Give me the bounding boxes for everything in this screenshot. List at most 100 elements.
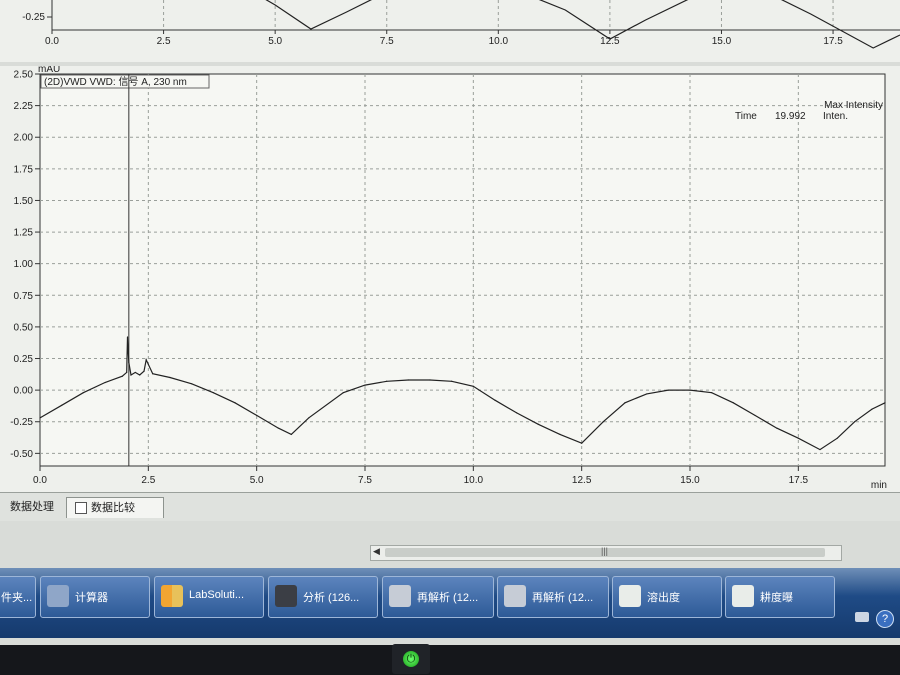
excel-icon [619,585,641,607]
data-point [308,417,310,419]
taskbar-item-dissolution[interactable]: 溶出度 [612,576,722,618]
data-point [667,389,669,391]
data-point [82,392,84,394]
data-point [234,402,236,404]
top-x-tick-label: 5.0 [268,36,282,47]
top-chart-pane: -0.25 0.0 2.5 5.0 7.5 10.0 12.5 15.0 17.5 [0,0,900,62]
data-point [836,437,838,439]
data-point [754,414,756,417]
data-point [854,421,856,423]
scrollbar-grip-icon: ||| [601,546,609,556]
y-tick-label: 1.75 [14,164,34,175]
taskbar: 件夹... 计算器 LabSoluti... 分析 (126... 再解析 (1… [0,568,900,638]
monitor-bezel [0,645,900,675]
top-chart: -0.25 0.0 2.5 5.0 7.5 10.0 12.5 15.0 17.5 [22,0,900,49]
top-x-tick-label: 12.5 [600,36,620,47]
taskbar-item-reanalysis-2-label: 再解析 (12... [532,592,594,604]
data-point [689,389,691,391]
data-point [126,371,128,374]
top-y-tick-label: -0.25 [22,12,45,23]
taskbar-item-excel-2[interactable]: 耕度曝 [725,576,835,618]
y-tick-label: 0.75 [14,291,34,302]
chromatogram-chart[interactable]: 0.0 2.5 5.0 7.5 10.0 12.5 15.0 17.5 -0.50 -0.25 0.… [0,64,900,492]
top-x-tick-label: 2.5 [157,36,171,47]
top-x-tick-label: 7.5 [380,36,394,47]
data-point [516,412,518,414]
data-point [386,380,388,382]
excel-icon [732,585,754,607]
data-point [104,381,106,384]
screen: -0.25 0.0 2.5 5.0 7.5 10.0 12.5 15.0 17.5 0.0 2.5… [0,0,900,645]
help-icon[interactable]: ? [876,610,894,628]
data-point [191,383,193,385]
data-point [732,402,734,404]
inten-label: Inten. [823,111,848,122]
x-tick-label: 7.5 [358,475,372,486]
tray-icon[interactable] [855,612,869,622]
y-tick-label: 0.25 [14,354,34,365]
tab-data-comparison-label: 数据比较 [91,502,135,514]
tab-data-processing[interactable]: 数据处理 [2,497,62,517]
data-point [39,417,41,419]
taskbar-item-reanalysis-2[interactable]: 再解析 (12... [497,576,609,618]
y-tick-label: -0.25 [10,417,33,428]
x-tick-label: 17.5 [789,475,809,486]
horizontal-scrollbar[interactable]: ◀ ||| [370,545,842,561]
tab-data-comparison[interactable]: 数据比较 [66,497,164,518]
data-point [126,336,129,338]
y-tick-label: 1.25 [14,228,34,239]
x-tick-label: 0.0 [33,475,47,486]
taskbar-item-folder-label: 件夹... [1,592,33,604]
data-point [602,421,604,423]
data-point [537,423,539,425]
time-label: Time [735,111,757,122]
data-point [342,392,344,394]
data-point [145,359,147,361]
max-intensity-label: Max Intensity [824,100,883,111]
taskbar-item-folder[interactable]: 件夹... [0,576,36,618]
labsolutions-icon [161,585,183,607]
data-point [472,385,474,387]
view-tab-bar: 数据处理 数据比较 [0,492,900,521]
top-x-tick-label: 15.0 [712,36,732,47]
x-tick-label: 10.0 [464,475,484,486]
data-point [581,442,583,444]
compare-icon [75,502,87,515]
taskbar-item-calculator[interactable]: 计算器 [40,576,150,618]
y-tick-label: 0.00 [14,386,34,397]
data-point [256,414,258,417]
taskbar-item-calculator-label: 计算器 [75,592,108,604]
data-point [646,393,648,395]
flask-icon [275,585,297,607]
taskbar-item-analysis-label: 分析 (126... [303,592,360,604]
y-tick-label: -0.50 [10,449,33,460]
data-point [143,370,145,372]
data-point [277,427,279,429]
x-tick-label: 12.5 [572,475,592,486]
data-point [494,399,496,401]
taskbar-item-labsolutions[interactable]: LabSoluti... [154,576,264,618]
x-tick-label: 5.0 [250,475,264,486]
power-button[interactable]: ⏻ [392,644,430,674]
y-tick-label: 1.00 [14,259,34,270]
legend-label: (2D)VWD VWD: 信号 A, 230 nm [44,76,187,88]
reanalysis-icon [389,585,411,607]
top-series-line [265,0,373,30]
main-chart-pane[interactable]: 0.0 2.5 5.0 7.5 10.0 12.5 15.0 17.5 -0.50 -0.25 0.… [0,64,900,492]
y-tick-label: 1.50 [14,196,34,207]
data-point [121,375,123,377]
data-point [871,408,873,410]
y-tick-label: 2.50 [14,70,34,81]
y-tick-label: 2.00 [14,133,34,144]
taskbar-item-analysis[interactable]: 分析 (126... [268,576,378,618]
data-point [61,404,63,406]
taskbar-item-reanalysis-1[interactable]: 再解析 (12... [382,576,494,618]
data-point [819,448,821,451]
y-tick-label: 0.50 [14,322,34,333]
taskbar-item-excel-2-label: 耕度曝 [760,592,793,604]
taskbar-item-labsolutions-label: LabSoluti... [189,589,245,601]
x-tick-label: 15.0 [680,475,700,486]
data-point [776,427,778,429]
scroll-left-arrow-icon[interactable]: ◀ [373,546,380,557]
taskbar-item-reanalysis-1-label: 再解析 (12... [417,592,479,604]
